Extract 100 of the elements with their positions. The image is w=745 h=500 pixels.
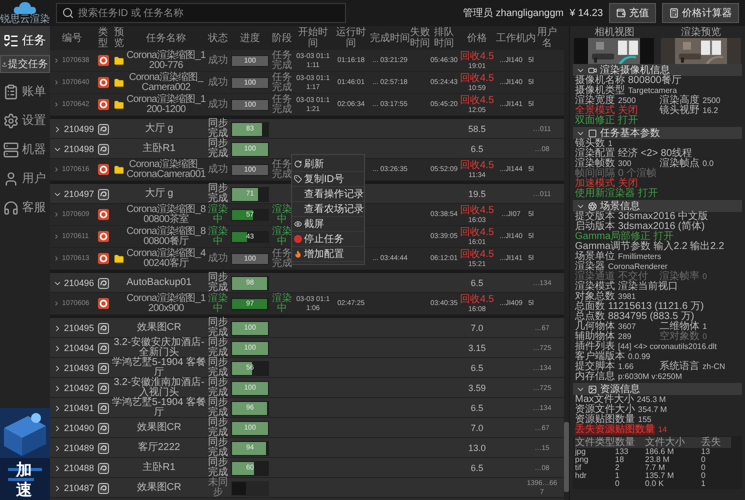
column-header[interactable]: 类型 (94, 27, 112, 49)
folder-icon[interactable] (114, 254, 124, 264)
frame-phase: 渲染中 (271, 204, 293, 224)
column-header[interactable]: 阶段 (270, 32, 294, 44)
column-header[interactable]: 文件大小 (645, 437, 701, 448)
wallet-icon (616, 8, 626, 18)
promo-text: 速 (16, 480, 32, 500)
table-cell-text: 1 (701, 480, 706, 488)
column-header[interactable]: 价格 (458, 32, 496, 44)
price-tag: 回收4.5 (460, 94, 494, 106)
chevron-icon[interactable] (53, 255, 60, 262)
chevron-icon[interactable] (53, 166, 60, 173)
menu-item[interactable]: 增加配置 (292, 247, 364, 262)
table-cell-text: hdr (575, 472, 588, 480)
column-header[interactable]: 状态 (206, 32, 230, 44)
task-name: 学鸿艺墅5-1904 客餐厅 (112, 358, 206, 378)
search-field[interactable]: 搜索任务ID 或 任务名称 (78, 4, 340, 22)
column-header[interactable]: 运行时间 (332, 27, 370, 49)
column-header[interactable]: 预览 (112, 27, 126, 49)
info-label: 系统语言 (660, 362, 700, 372)
task-id: 210491 (64, 403, 94, 413)
folder-icon[interactable] (114, 78, 124, 88)
folder-icon[interactable] (114, 100, 124, 110)
column-header[interactable]: 排队时间 (430, 27, 458, 49)
chevron-icon[interactable] (53, 364, 62, 372)
chevron-icon[interactable] (53, 101, 60, 108)
section-header[interactable]: 资源信息 (573, 383, 742, 395)
column-header[interactable]: 用户名 (536, 27, 558, 49)
search-icon (62, 7, 74, 19)
frame-phase: 渲染中 (271, 226, 293, 246)
menu-item[interactable]: 刷新 (292, 157, 364, 172)
column-header[interactable]: 编号 (50, 32, 94, 44)
chevron-icon[interactable] (53, 300, 60, 307)
info-value: 0.0.99 (628, 352, 650, 362)
chevron-icon[interactable] (53, 404, 62, 412)
task-id: 210496 (64, 278, 94, 288)
chevron-icon[interactable] (53, 324, 62, 332)
frame-name: Corona渲染缩图_800800茶室 (126, 204, 206, 224)
table-cell-text: 0 (615, 480, 620, 488)
chevron-icon[interactable] (53, 384, 62, 392)
info-value: 关闭 (618, 179, 638, 189)
column-header[interactable]: 数量 (615, 437, 645, 448)
menu-item[interactable]: 复制ID号 (292, 172, 364, 187)
column-header[interactable]: 丢失 (701, 437, 731, 448)
submit-task-button[interactable]: 提交任务 (0, 55, 50, 73)
nav-item[interactable]: 客服 (0, 193, 50, 222)
folder-icon[interactable] (114, 56, 124, 66)
chevron-icon[interactable] (53, 484, 62, 492)
column-header[interactable]: 内 (526, 32, 536, 44)
nav-item[interactable]: 设置 (0, 106, 50, 135)
chevron-icon[interactable] (53, 79, 60, 86)
column-header[interactable]: 开始时间 (294, 27, 332, 49)
menu-item[interactable]: 停止任务 (292, 232, 364, 247)
column-header[interactable]: 文件类型 (575, 437, 615, 448)
task-price: 6.5 (470, 363, 484, 373)
chevron-icon[interactable] (53, 344, 62, 352)
nav-item[interactable]: 机器 (0, 135, 50, 164)
folder-icon[interactable] (114, 164, 124, 174)
chevron-icon[interactable] (53, 233, 60, 240)
column-header[interactable]: 失败时间 (410, 27, 430, 49)
task-id: 210492 (64, 383, 94, 393)
section-header[interactable]: 场景信息 (573, 200, 742, 212)
chevron-icon[interactable] (53, 211, 60, 218)
refresh-icon (294, 160, 302, 168)
chevron-icon[interactable] (53, 444, 62, 452)
chevron-icon[interactable] (53, 424, 62, 432)
frame-name: Corona渲染缩图_800800餐厅 (126, 226, 206, 246)
section-header[interactable]: 渲染摄像机信息 (573, 64, 742, 76)
info-value: 3dsmax2016 中文版 (618, 212, 708, 222)
column-header[interactable]: 进度 (230, 32, 270, 44)
chevron-icon[interactable] (53, 464, 62, 472)
column-header[interactable]: 任务名称 (126, 32, 206, 44)
info-label: Gamma调节参数 (575, 242, 651, 252)
column-header[interactable]: 工作机 (496, 32, 526, 44)
scroll-track[interactable] (564, 26, 569, 500)
scroll-thumb[interactable] (564, 422, 569, 492)
table-cell-text: 23.8 M (645, 456, 670, 464)
menu-item[interactable]: 查看操作记录 (292, 187, 364, 202)
task-name: 学鸿艺墅5-1904 客餐厅 (112, 398, 206, 418)
search-box[interactable]: 搜索任务ID 或 任务名称 (56, 3, 346, 23)
nav-item[interactable]: 用户 (0, 164, 50, 193)
recharge-button[interactable]: 充值 (609, 3, 656, 23)
menu-item[interactable]: 查看农场记录 (292, 202, 364, 217)
frame-name: Corona渲染缩图_400240客厅 (126, 248, 206, 268)
nav-item[interactable]: 账单 (0, 77, 50, 106)
frame-phase: 任务完成 (271, 248, 293, 268)
info-value: 11215613 (1121.6 万) (608, 302, 704, 312)
table-cell-text: jpg (575, 448, 587, 456)
nav-item[interactable]: 任务 (0, 26, 50, 55)
chevron-icon[interactable] (53, 124, 62, 134)
ring-icon (98, 253, 108, 264)
task-status: 同步完成 (207, 358, 229, 378)
menu-item[interactable]: 截屏 (292, 217, 364, 232)
frame-name: Corona渲染缩图_Camera002 (128, 72, 204, 92)
spiral-icon (98, 342, 108, 354)
chevron-icon[interactable] (53, 57, 60, 64)
info-label: 资源贴图数量 (575, 415, 635, 425)
section-header[interactable]: 任务基本参数 (573, 127, 742, 139)
column-header[interactable]: 完成时间 (370, 32, 410, 44)
calculator-button[interactable]: 价格计算器 (662, 3, 739, 23)
